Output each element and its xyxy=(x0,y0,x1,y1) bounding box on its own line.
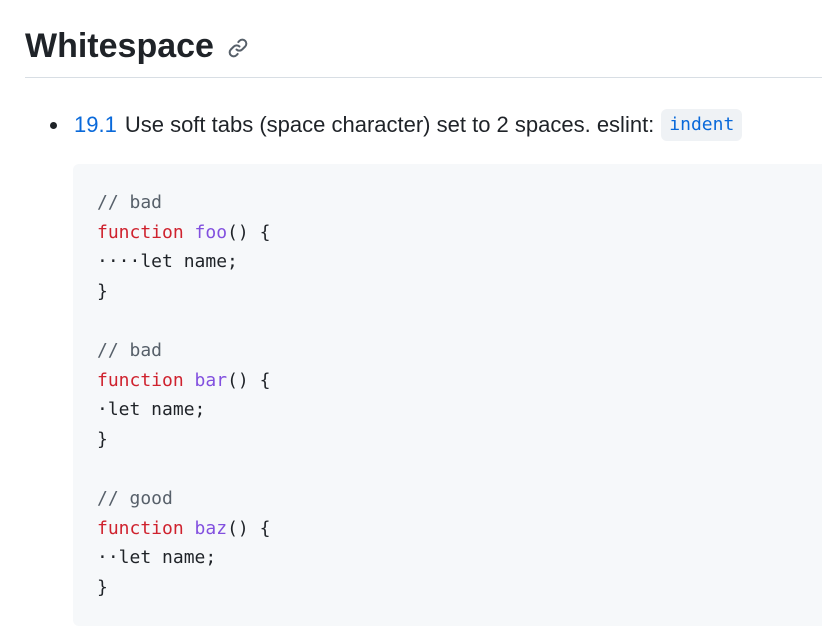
code-close: } xyxy=(97,280,108,302)
code-block: // bad function foo() { ····let name; } … xyxy=(73,164,822,626)
code-line: function foo() { xyxy=(97,218,822,248)
code-line: // bad xyxy=(97,188,822,218)
code-keyword: function xyxy=(97,369,184,391)
code-line: ··let name; xyxy=(97,543,822,573)
code-signature: () { xyxy=(227,369,271,391)
list-item: 19.1 Use soft tabs (space character) set… xyxy=(50,108,810,142)
code-comment: // bad xyxy=(97,339,163,361)
code-body: ··let name; xyxy=(97,547,217,569)
code-keyword: function xyxy=(97,221,184,243)
code-close: } xyxy=(97,576,108,598)
rule-description: Use soft tabs (space character) set to 2… xyxy=(124,112,655,137)
code-keyword: function xyxy=(97,517,184,539)
code-line: ·let name; xyxy=(97,395,822,425)
section-heading: Whitespace xyxy=(25,22,822,78)
code-signature: () { xyxy=(227,221,271,243)
code-line: ····let name; xyxy=(97,247,822,277)
code-body: ····let name; xyxy=(97,251,238,273)
code-function-name: baz xyxy=(194,517,228,539)
code-line: } xyxy=(97,425,822,455)
code-signature: () { xyxy=(227,517,271,539)
code-line: } xyxy=(97,277,822,307)
page-title: Whitespace xyxy=(25,27,214,65)
code-line: function bar() { xyxy=(97,366,822,396)
code-comment: // good xyxy=(97,487,173,509)
code-line: } xyxy=(97,573,822,603)
code-body: ·let name; xyxy=(97,399,206,421)
code-function-name: foo xyxy=(194,221,228,243)
eslint-rule-link[interactable]: indent xyxy=(661,109,743,141)
link-icon[interactable] xyxy=(226,36,250,60)
code-function-name: bar xyxy=(194,369,228,391)
code-line: // good xyxy=(97,484,822,514)
rule-number-link[interactable]: 19.1 xyxy=(74,109,117,141)
code-comment: // bad xyxy=(97,192,163,213)
bullet-icon xyxy=(50,121,57,129)
code-line: // bad xyxy=(97,336,822,366)
code-close: } xyxy=(97,428,108,450)
code-line: function baz() { xyxy=(97,514,822,544)
